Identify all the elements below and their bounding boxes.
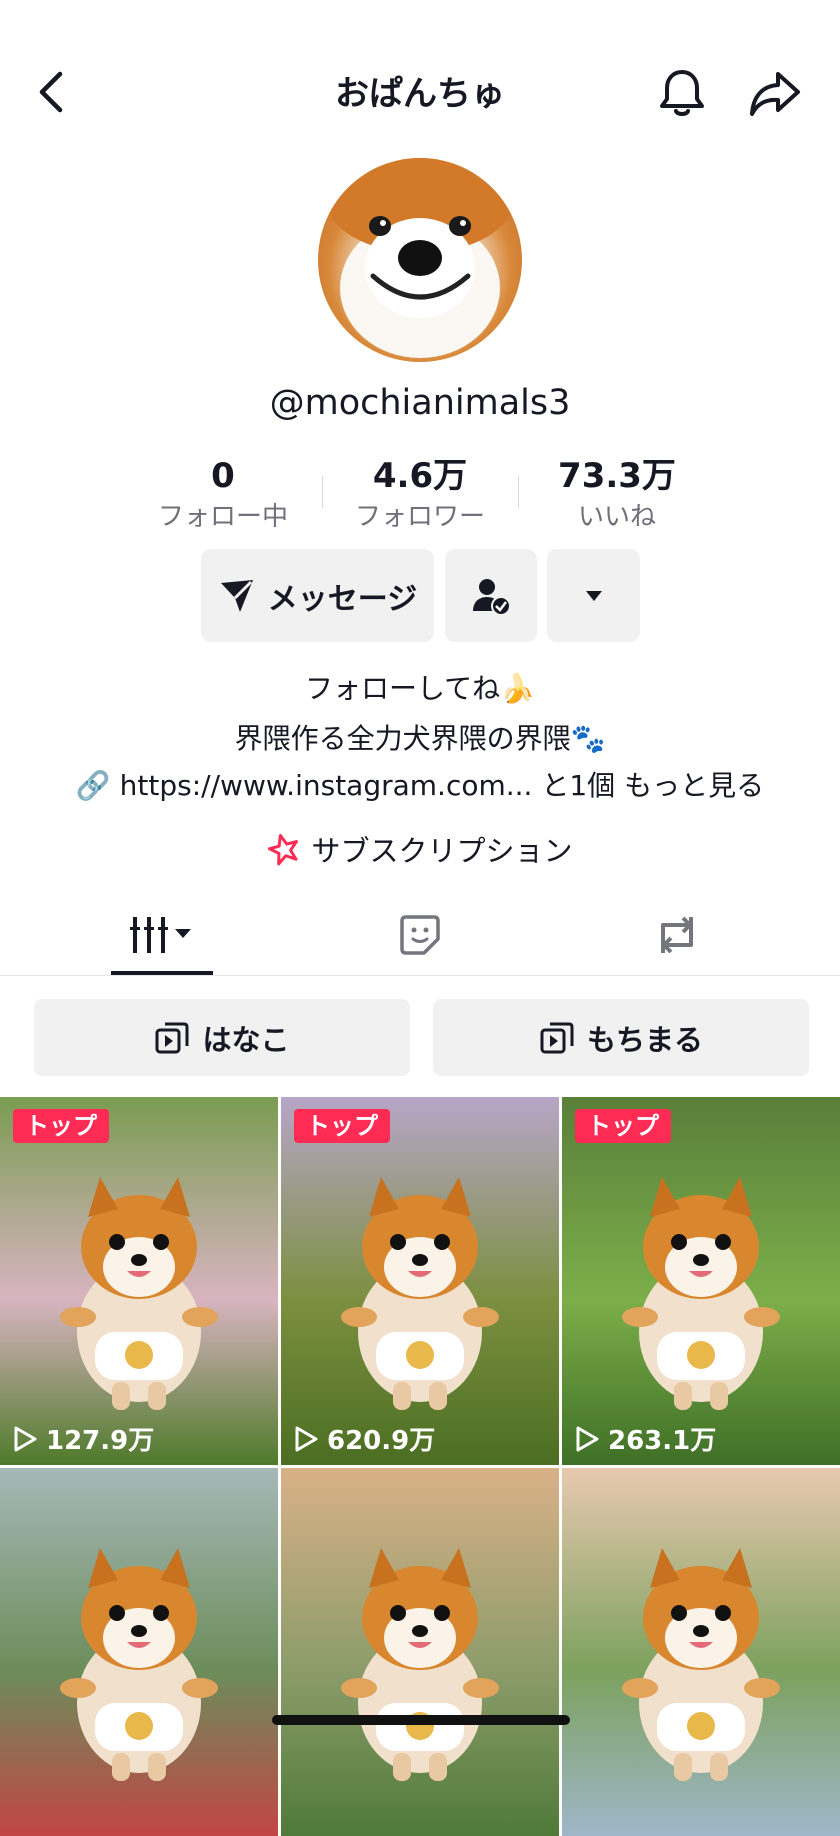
likes-count: 73.3万 [558,456,676,496]
followers-stat[interactable]: 4.6万 フォロワー [320,455,520,535]
bell-icon [660,70,704,116]
top-badge: トップ [13,1109,109,1143]
grid-bars-icon [130,917,191,953]
top-badge: トップ [575,1109,671,1143]
following-label: フォロー中 [157,502,288,532]
view-count: 263.1万 [574,1420,716,1457]
playlist-icon [155,1022,189,1053]
sticker-icon [400,915,440,955]
play-icon [295,1426,318,1451]
video-thumbnail[interactable] [281,1468,559,1836]
puppy-illustration [341,1548,499,1781]
following-stat[interactable]: 0 フォロー中 [123,455,323,535]
playlist-button[interactable]: もちまる [433,999,809,1076]
more-options-button[interactable] [547,549,640,642]
page-title: おぱんちゅ [335,74,505,114]
puppy-illustration [341,1177,499,1410]
view-count: 620.9万 [293,1420,435,1457]
playlist-icon [540,1022,574,1053]
repost-icon [661,916,693,954]
playlist-label: はなこ [202,1022,290,1057]
share-button[interactable] [748,70,802,118]
play-icon [576,1426,599,1451]
video-thumbnail[interactable] [562,1468,840,1836]
video-thumbnail[interactable] [0,1468,278,1836]
notification-button[interactable] [658,68,706,118]
video-thumbnail[interactable]: トップ 620.9万 [281,1097,559,1465]
play-icon [14,1426,37,1451]
video-thumbnail[interactable]: トップ 263.1万 [562,1097,840,1465]
caret-down-icon [585,590,602,601]
followers-count: 4.6万 [372,456,468,496]
subscription-star-icon [268,833,299,866]
top-badge: トップ [294,1109,390,1143]
tab-videos[interactable] [111,895,213,975]
following-status-button[interactable] [445,549,537,642]
shiba-dog-avatar-image [325,158,515,358]
username: @mochianimals3 [269,383,571,423]
puppy-illustration [622,1177,780,1410]
subscription-link[interactable]: サブスクリプション [0,828,840,870]
tab-favorites[interactable] [370,895,470,975]
likes-label: いいね [577,502,656,532]
content-tabs [0,895,840,975]
bio-line: 界隈作る全力犬界隈の界隈🐾 [234,722,606,755]
playlist-label: もちまる [586,1022,703,1057]
puppy-illustration [622,1548,780,1781]
following-count: 0 [211,456,235,496]
view-count-text: 620.9万 [327,1426,436,1456]
view-count-text: 127.9万 [46,1426,155,1456]
bio-line: フォローしてね🍌 [304,672,536,705]
tab-reposts[interactable] [627,895,727,975]
likes-stat[interactable]: 73.3万 いいね [517,455,717,535]
user-check-icon [473,578,511,616]
view-count: 127.9万 [12,1420,154,1457]
message-button[interactable]: メッセージ [201,549,434,642]
profile-link[interactable]: 🔗 https://www.instagram.com... と1個 もっと見る [70,764,770,804]
share-arrow-icon [750,72,800,116]
followers-label: フォロワー [354,502,485,532]
view-count-text: 263.1万 [608,1426,717,1456]
tabs-divider [0,975,840,976]
puppy-illustration [60,1548,218,1781]
puppy-illustration [60,1177,218,1410]
subscription-label: サブスクリプション [311,834,573,868]
home-indicator [272,1715,570,1725]
playlist-button[interactable]: はなこ [34,999,410,1076]
video-thumbnail[interactable]: トップ 127.9万 [0,1097,278,1465]
send-icon [220,579,253,612]
message-button-label: メッセージ [267,581,418,617]
avatar[interactable] [318,158,522,362]
